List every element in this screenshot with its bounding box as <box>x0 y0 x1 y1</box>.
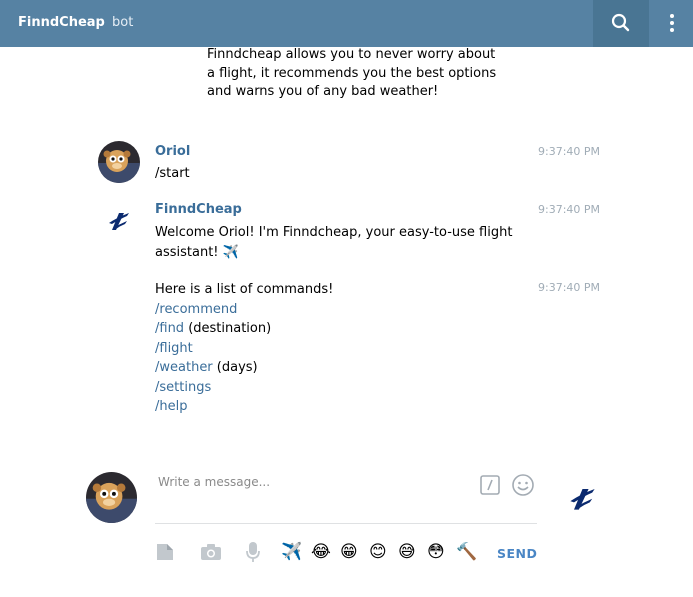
command-line: /flight <box>155 339 333 359</box>
command-line: /recommend <box>155 300 333 320</box>
emoji-button[interactable] <box>511 473 535 497</box>
more-vert-icon <box>670 14 674 32</box>
commands-message: Here is a list of commands! /recommend /… <box>155 280 333 417</box>
my-avatar[interactable] <box>86 472 137 523</box>
message-text[interactable]: /start <box>155 166 190 181</box>
command-link[interactable]: /help <box>155 399 187 414</box>
bot-description: Finndcheap allows you to never worry abo… <box>207 47 497 99</box>
emoji-flushed[interactable]: 😳 <box>427 542 445 562</box>
composer-divider <box>155 523 537 524</box>
bot-avatar[interactable] <box>98 199 140 241</box>
search-button[interactable] <box>593 0 649 47</box>
peer-avatar[interactable] <box>557 472 608 523</box>
command-arg: (days) <box>212 360 258 375</box>
command-link[interactable]: /weather <box>155 360 213 375</box>
slash-commands-icon <box>480 475 500 495</box>
command-link[interactable]: /flight <box>155 341 193 356</box>
attach-photo-button[interactable] <box>199 540 223 564</box>
camera-icon <box>201 544 221 560</box>
emoji-blush[interactable]: 😊 <box>369 542 387 562</box>
command-line: /help <box>155 397 333 417</box>
send-button[interactable]: SEND <box>497 546 537 561</box>
chat-subtitle: bot <box>112 15 134 30</box>
emoji-icon <box>512 474 534 496</box>
emoji-airplane[interactable]: ✈️ <box>281 542 302 562</box>
slash-commands-button[interactable] <box>479 474 501 496</box>
emoji-grin[interactable]: 😁 <box>340 542 358 562</box>
command-link[interactable]: /recommend <box>155 302 237 317</box>
message-sender[interactable]: Oriol <box>155 144 190 159</box>
command-link[interactable]: /settings <box>155 380 211 395</box>
document-icon <box>157 544 173 560</box>
attach-document-button[interactable] <box>154 540 176 564</box>
message-time: 9:37:40 PM <box>538 203 601 216</box>
record-voice-button[interactable] <box>244 540 262 564</box>
message-time: 9:37:40 PM <box>538 145 601 158</box>
command-line: /settings <box>155 378 333 398</box>
commands-intro: Here is a list of commands! <box>155 282 334 297</box>
command-link[interactable]: /find <box>155 321 184 336</box>
chat-header: FinndCheap bot <box>0 0 693 47</box>
emoji-sweat-smile[interactable]: 😅 <box>398 542 416 562</box>
emoji-hammer[interactable]: 🔨 <box>456 542 477 562</box>
message-input[interactable]: Write a message... <box>158 475 270 489</box>
message-time: 9:37:40 PM <box>538 281 601 294</box>
search-icon <box>611 13 630 32</box>
user-avatar[interactable] <box>98 141 140 183</box>
message-sender[interactable]: FinndCheap <box>155 202 242 217</box>
command-line: /find (destination) <box>155 319 333 339</box>
command-line: /weather (days) <box>155 358 333 378</box>
chat-title[interactable]: FinndCheap <box>18 15 105 30</box>
message-text: Welcome Oriol! I'm Finndcheap, your easy… <box>155 225 513 260</box>
more-menu-button[interactable] <box>649 0 693 47</box>
emoji-joy[interactable]: 😂 <box>311 542 331 562</box>
microphone-icon <box>246 542 260 562</box>
command-arg: (destination) <box>184 321 272 336</box>
